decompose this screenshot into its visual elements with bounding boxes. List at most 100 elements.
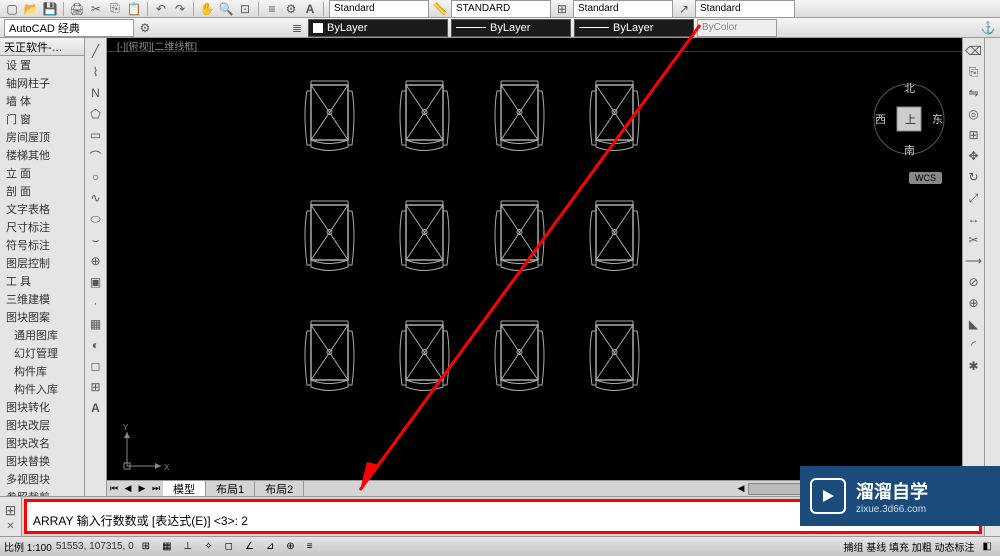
arc-icon[interactable]: ⌒ — [87, 147, 105, 165]
offset-icon[interactable]: ◎ — [965, 105, 983, 123]
open-icon[interactable]: 📂 — [23, 1, 39, 17]
view-cube[interactable]: 上 北 东 南 西 — [872, 82, 947, 157]
block-icon[interactable]: ▣ — [87, 273, 105, 291]
tablestyle-dropdown[interactable]: Standard — [573, 0, 673, 18]
chair-block[interactable] — [487, 317, 552, 397]
new-icon[interactable]: ▢ — [4, 1, 20, 17]
scale-icon[interactable]: ⤢ — [965, 189, 983, 207]
array-icon[interactable]: ⊞ — [965, 126, 983, 144]
fillet-icon[interactable]: ◜ — [965, 336, 983, 354]
ellipse-arc-icon[interactable]: ⌣ — [87, 231, 105, 249]
tab-model[interactable]: 模型 — [163, 481, 206, 497]
chair-block[interactable] — [582, 197, 647, 277]
chair-block[interactable] — [297, 197, 362, 277]
tab-nav-last[interactable]: ⏭ — [149, 482, 163, 496]
scale-label[interactable]: 比例 1:100 — [4, 539, 52, 554]
sidebar-item[interactable]: 房间屋顶 — [0, 128, 84, 146]
plotstyle-dropdown[interactable]: ByColor — [697, 19, 777, 37]
chair-block[interactable] — [582, 317, 647, 397]
redo-icon[interactable]: ↷ — [172, 1, 188, 17]
workspace-dropdown[interactable]: AutoCAD 经典 — [4, 19, 134, 37]
stretch-icon[interactable]: ↔ — [965, 210, 983, 228]
region-icon[interactable]: ◻ — [87, 357, 105, 375]
rectangle-icon[interactable]: ▭ — [87, 126, 105, 144]
move-icon[interactable]: ✥ — [965, 147, 983, 165]
status-right-labels[interactable]: 捕组 基线 填充 加粗 动态标注 — [843, 539, 974, 554]
ortho-button[interactable]: ⊥ — [180, 539, 197, 554]
mleader-icon[interactable]: ↗ — [676, 1, 692, 17]
hscroll-left[interactable]: ◀ — [734, 482, 748, 496]
ducs-button[interactable]: ⊿ — [262, 539, 278, 554]
explode-icon[interactable]: ✱ — [965, 357, 983, 375]
sidebar-item[interactable]: 图块替换 — [0, 452, 84, 470]
sidebar-item[interactable]: 剖 面 — [0, 182, 84, 200]
tab-nav-prev[interactable]: ◀ — [121, 482, 135, 496]
sidebar-item[interactable]: 通用图库 — [0, 326, 84, 344]
sidebar-item[interactable]: 楼梯其他 — [0, 146, 84, 164]
chamfer-icon[interactable]: ◣ — [965, 315, 983, 333]
ellipse-icon[interactable]: ⬭ — [87, 210, 105, 228]
properties-icon[interactable]: ≡ — [264, 1, 280, 17]
sidebar-item[interactable]: 墙 体 — [0, 92, 84, 110]
table-icon[interactable]: ⊞ — [554, 1, 570, 17]
chair-block[interactable] — [392, 197, 457, 277]
table-icon[interactable]: ⊞ — [87, 378, 105, 396]
mleaderstyle-dropdown[interactable]: Standard — [695, 0, 795, 18]
print-icon[interactable]: 🖨 — [69, 1, 85, 17]
circle-icon[interactable]: ○ — [87, 168, 105, 186]
chair-block[interactable] — [582, 77, 647, 157]
save-icon[interactable]: 💾 — [42, 1, 58, 17]
sidebar-item[interactable]: 图块改层 — [0, 416, 84, 434]
hatch-icon[interactable]: ▦ — [87, 315, 105, 333]
tab-nav-first[interactable]: ⏮ — [107, 482, 121, 496]
sidebar-item[interactable]: 门 窗 — [0, 110, 84, 128]
linetype-dropdown[interactable]: ByLayer — [451, 19, 571, 37]
cmd-toggle-icon[interactable]: ⊞ — [5, 502, 17, 519]
mirror-icon[interactable]: ⇋ — [965, 84, 983, 102]
chair-block[interactable] — [297, 317, 362, 397]
ws-settings-icon[interactable]: ⚙ — [137, 20, 153, 36]
pan-icon[interactable]: ✋ — [199, 1, 215, 17]
break-icon[interactable]: ⊘ — [965, 273, 983, 291]
dimstyle-icon[interactable]: 📏 — [432, 1, 448, 17]
copy-icon[interactable]: ⎘ — [107, 1, 123, 17]
sidebar-item[interactable]: 工 具 — [0, 272, 84, 290]
chair-block[interactable] — [487, 77, 552, 157]
drawing-canvas[interactable]: X Y 上 北 东 南 西 WCS — [107, 52, 962, 480]
cut-icon[interactable]: ✂ — [88, 1, 104, 17]
chair-block[interactable] — [392, 77, 457, 157]
paste-icon[interactable]: 📋 — [126, 1, 142, 17]
polar-button[interactable]: ✧ — [200, 539, 216, 554]
model-space-button[interactable]: ◧ — [979, 539, 996, 554]
lineweight-dropdown[interactable]: ByLayer — [574, 19, 694, 37]
sidebar-item[interactable]: 构件库 — [0, 362, 84, 380]
grid-button[interactable]: ▦ — [158, 539, 175, 554]
lwt-button[interactable]: ≡ — [303, 539, 317, 554]
spline-icon[interactable]: ∿ — [87, 189, 105, 207]
trim-icon[interactable]: ✂ — [965, 231, 983, 249]
polygon-icon[interactable]: ⬠ — [87, 105, 105, 123]
line-icon[interactable]: ╱ — [87, 42, 105, 60]
cmd-close-icon[interactable]: ✕ — [6, 521, 14, 532]
join-icon[interactable]: ⊕ — [965, 294, 983, 312]
chair-block[interactable] — [392, 317, 457, 397]
textstyle-dropdown[interactable]: Standard — [329, 0, 429, 18]
erase-icon[interactable]: ⌫ — [965, 42, 983, 60]
zoom-extents-icon[interactable]: ⊡ — [237, 1, 253, 17]
insert-icon[interactable]: ⊕ — [87, 252, 105, 270]
extend-icon[interactable]: ⟶ — [965, 252, 983, 270]
sidebar-item[interactable]: 图块图案 — [0, 308, 84, 326]
tab-layout1[interactable]: 布局1 — [206, 481, 255, 497]
sidebar-item[interactable]: 尺寸标注 — [0, 218, 84, 236]
polyline-icon[interactable]: Ν — [87, 84, 105, 102]
layer-icon[interactable]: ≣ — [289, 20, 305, 36]
rotate-icon[interactable]: ↻ — [965, 168, 983, 186]
gradient-icon[interactable]: ◐ — [87, 336, 105, 354]
sidebar-item[interactable]: 文字表格 — [0, 200, 84, 218]
nav-icon[interactable]: ⚓ — [980, 20, 996, 36]
sidebar-item[interactable]: 符号标注 — [0, 236, 84, 254]
tab-nav-next[interactable]: ▶ — [135, 482, 149, 496]
osnap-button[interactable]: ◻ — [221, 539, 237, 554]
viewport-label[interactable]: [-][俯视][二维线框] — [107, 38, 962, 52]
color-dropdown[interactable]: ByLayer — [308, 19, 448, 37]
